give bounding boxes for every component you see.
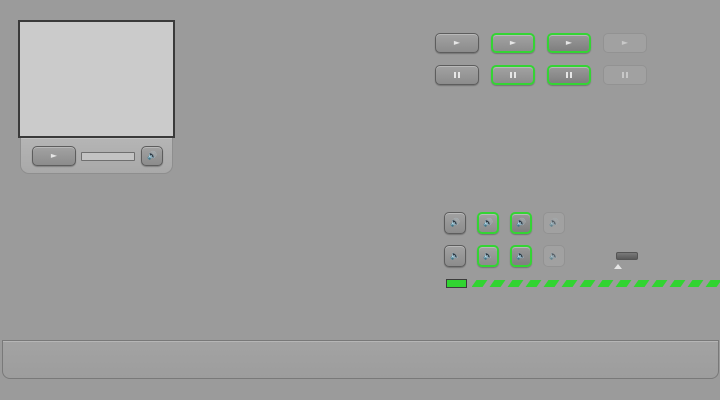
play-button-active[interactable]: ► [547, 33, 591, 53]
meter-stripe [705, 280, 720, 287]
play-icon: ► [509, 38, 517, 47]
speaker-muted-icon: 🔈 [516, 251, 526, 260]
meter-stripe [561, 280, 578, 287]
speaker-icon: 🔊 [516, 218, 526, 227]
mute-button-disabled: 🔈 [543, 245, 565, 267]
pause-icon [622, 72, 628, 78]
speaker-icon: 🔊 [450, 218, 460, 227]
volume-button-active[interactable]: 🔊 [510, 212, 532, 234]
meter-stripe [525, 280, 542, 287]
meter-stripe [579, 280, 596, 287]
meter-stripe [651, 280, 668, 287]
volume-button-disabled: 🔊 [543, 212, 565, 234]
speaker-icon: 🔊 [483, 218, 493, 227]
volume-meter [446, 279, 467, 288]
pause-button-hover[interactable] [491, 65, 535, 85]
video-display [18, 20, 175, 138]
progress-bar[interactable] [81, 152, 135, 161]
mute-button-active[interactable]: 🔈 [510, 245, 532, 267]
play-button[interactable]: ► [32, 146, 76, 166]
pause-button-active[interactable] [547, 65, 591, 85]
volume-meter-track[interactable] [472, 280, 720, 288]
volume-button[interactable]: 🔊 [141, 146, 163, 166]
meter-stripe [489, 280, 506, 287]
meter-stripe [507, 280, 524, 287]
bottom-panel [2, 340, 719, 379]
meter-stripe [633, 280, 650, 287]
play-button-hover[interactable]: ► [491, 33, 535, 53]
meter-stripe [472, 280, 488, 287]
meter-stripe [687, 280, 704, 287]
play-button-disabled: ► [603, 33, 647, 53]
caret-up-icon [614, 264, 622, 269]
play-icon: ► [453, 38, 461, 47]
meter-stripe [543, 280, 560, 287]
play-icon: ► [50, 151, 58, 160]
speaker-icon: 🔊 [147, 151, 157, 160]
volume-button-normal[interactable]: 🔊 [444, 212, 466, 234]
meter-stripe [669, 280, 686, 287]
speaker-muted-icon: 🔈 [450, 251, 460, 260]
pause-icon [454, 72, 460, 78]
volume-button-hover[interactable]: 🔊 [477, 212, 499, 234]
pause-button-disabled [603, 65, 647, 85]
pause-button-normal[interactable] [435, 65, 479, 85]
volume-slider-handle[interactable] [616, 252, 638, 260]
speaker-muted-icon: 🔈 [483, 251, 493, 260]
play-icon: ► [621, 38, 629, 47]
play-icon: ► [565, 38, 573, 47]
mute-button-normal[interactable]: 🔈 [444, 245, 466, 267]
meter-stripe [597, 280, 614, 287]
pause-icon [566, 72, 572, 78]
mute-button-hover[interactable]: 🔈 [477, 245, 499, 267]
play-button-normal[interactable]: ► [435, 33, 479, 53]
speaker-icon: 🔊 [549, 218, 559, 227]
meter-stripe [615, 280, 632, 287]
pause-icon [510, 72, 516, 78]
speaker-muted-icon: 🔈 [549, 251, 559, 260]
